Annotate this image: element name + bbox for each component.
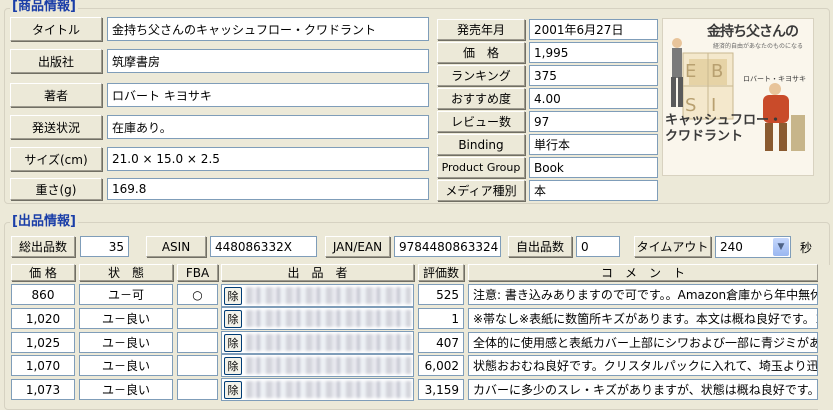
chevron-down-icon[interactable]: ▼: [773, 238, 789, 256]
price-cell: 1,025: [11, 332, 75, 353]
fba-cell: [177, 355, 218, 376]
comment-cell: 状態おおむね良好です。クリスタルパックに入れて、埼玉より迅速に発: [468, 355, 818, 376]
seller-name-blurred: [246, 357, 411, 374]
condition-cell: ユ－良い: [79, 355, 173, 376]
cover-title-top: 金持ち父さんの: [707, 24, 799, 40]
fba-cell: [177, 332, 218, 353]
seller-cell: 除: [221, 331, 414, 354]
publisher-label: 出版社: [10, 49, 102, 73]
column-header-rating[interactable]: 評価数: [418, 264, 464, 281]
svg-text:E: E: [685, 61, 696, 82]
price-label: 価 格: [437, 42, 525, 63]
seller-cell: 除: [221, 378, 414, 401]
cover-title-bottom: キャッシュフロー・ クワドラント: [665, 113, 782, 145]
product-group-label: Product Group: [437, 157, 525, 178]
release-date-field[interactable]: 2001年6月27日: [529, 19, 658, 40]
review-count-field[interactable]: 97: [529, 111, 658, 132]
total-listings-label: 総出品数: [11, 236, 75, 257]
own-listings-field[interactable]: 0: [576, 236, 620, 257]
review-count-label: レビュー数: [437, 111, 525, 132]
book-cover-image: E B S I 金持ち父さんの 経済的自由があなたのものになる ロバート・キヨサ…: [662, 18, 814, 176]
seller-name-blurred: [246, 334, 411, 351]
rating-cell: 6,002: [418, 355, 464, 376]
seller-name-blurred: [246, 287, 411, 304]
cover-title-bottom-line-2: クワドラント: [665, 129, 744, 144]
seller-cell: 除: [221, 284, 414, 307]
ranking-field[interactable]: 375: [529, 65, 658, 86]
cover-title-bottom-line-1: キャッシュフロー・: [665, 113, 783, 128]
author-label: 著者: [10, 83, 102, 107]
comment-cell: 全体的に使用感と表紙カバー上部にシワおよび一部に青ジミがありま: [468, 332, 818, 353]
timeout-select[interactable]: 240 ▼: [715, 236, 791, 258]
product-info-title: [商品情報]: [10, 0, 78, 14]
recommend-field[interactable]: 4.00: [529, 88, 658, 109]
svg-text:B: B: [711, 61, 723, 82]
media-type-label: メディア種別: [437, 180, 525, 201]
author-field[interactable]: ロバート キヨサキ: [107, 83, 429, 107]
seller-name-blurred: [246, 310, 411, 327]
size-label: サイズ(cm): [10, 147, 102, 171]
rating-cell: 407: [418, 332, 464, 353]
seller-name-blurred: [246, 381, 411, 398]
condition-cell: ユ－良い: [79, 379, 173, 400]
ranking-label: ランキング: [437, 65, 525, 86]
fba-cell: [177, 308, 218, 329]
listing-info-title: [出品情報]: [10, 214, 78, 229]
rating-cell: 525: [418, 284, 464, 305]
asin-label: ASIN: [146, 236, 206, 257]
price-cell: 1,073: [11, 379, 75, 400]
condition-cell: ユ－良い: [79, 332, 173, 353]
binding-label: Binding: [437, 134, 525, 155]
rating-cell: 3,159: [418, 379, 464, 400]
price-cell: 1,070: [11, 355, 75, 376]
fba-cell: ○: [177, 284, 218, 305]
binding-field[interactable]: 単行本: [529, 134, 658, 155]
price-cell: 860: [11, 284, 75, 305]
column-header-comment[interactable]: コ メ ン ト: [468, 264, 818, 281]
rating-cell: 1: [418, 308, 464, 329]
column-header-fba[interactable]: FBA: [177, 264, 218, 281]
remove-button[interactable]: 除: [224, 310, 242, 328]
total-listings-field[interactable]: 35: [80, 236, 129, 257]
weight-label: 重さ(g): [10, 178, 102, 200]
price-cell: 1,020: [11, 308, 75, 329]
title-field[interactable]: 金持ち父さんのキャッシュフロー・クワドラント: [107, 17, 429, 41]
media-type-field[interactable]: 本: [529, 180, 658, 201]
condition-cell: ユ－可: [79, 284, 173, 305]
remove-button[interactable]: 除: [224, 334, 242, 352]
timeout-unit: 秒: [800, 241, 813, 255]
jan-ean-field[interactable]: 9784480863324: [394, 236, 501, 257]
seller-cell: 除: [221, 354, 414, 377]
weight-field[interactable]: 169.8: [107, 178, 429, 200]
comment-cell: 注意: 書き込みありますので可です。。Amazon倉庫から年中無休即: [468, 284, 818, 305]
column-header-price[interactable]: 価 格: [11, 264, 75, 281]
remove-button[interactable]: 除: [224, 357, 242, 375]
fba-cell: [177, 379, 218, 400]
cover-author: ロバート・キヨサキ: [743, 75, 806, 83]
size-field[interactable]: 21.0 × 15.0 × 2.5: [107, 147, 429, 171]
remove-button[interactable]: 除: [224, 381, 242, 399]
timeout-label: タイムアウト: [634, 236, 711, 257]
seller-cell: 除: [221, 307, 414, 330]
vertical-scrollbar[interactable]: [818, 265, 833, 410]
comment-cell: カバーに多少のスレ・キズがありますが、状態は概ね良好です。帯付き: [468, 379, 818, 400]
cover-subtitle: 経済的自由があなたのものになる: [713, 43, 804, 50]
publisher-field[interactable]: 筑摩書房: [107, 49, 429, 73]
product-group-field[interactable]: Book: [529, 157, 658, 178]
column-header-condition[interactable]: 状 態: [79, 264, 173, 281]
asin-field[interactable]: 448086332X: [210, 236, 317, 257]
release-date-label: 発売年月: [437, 19, 525, 40]
jan-ean-label: JAN/EAN: [325, 236, 390, 257]
condition-cell: ユ－良い: [79, 308, 173, 329]
own-listings-label: 自出品数: [508, 236, 572, 257]
comment-cell: ※帯なし※表紙に数箇所キズがあります。本文は概ね良好です。ヨ: [468, 308, 818, 329]
price-field[interactable]: 1,995: [529, 42, 658, 63]
shipping-status-field[interactable]: 在庫あり。: [107, 115, 429, 139]
remove-button[interactable]: 除: [224, 287, 242, 305]
column-header-seller[interactable]: 出 品 者: [221, 264, 414, 281]
recommend-label: おすすめ度: [437, 88, 525, 109]
shipping-status-label: 発送状況: [10, 115, 102, 139]
timeout-select-value: 240: [720, 240, 743, 254]
title-label: タイトル: [10, 17, 102, 41]
